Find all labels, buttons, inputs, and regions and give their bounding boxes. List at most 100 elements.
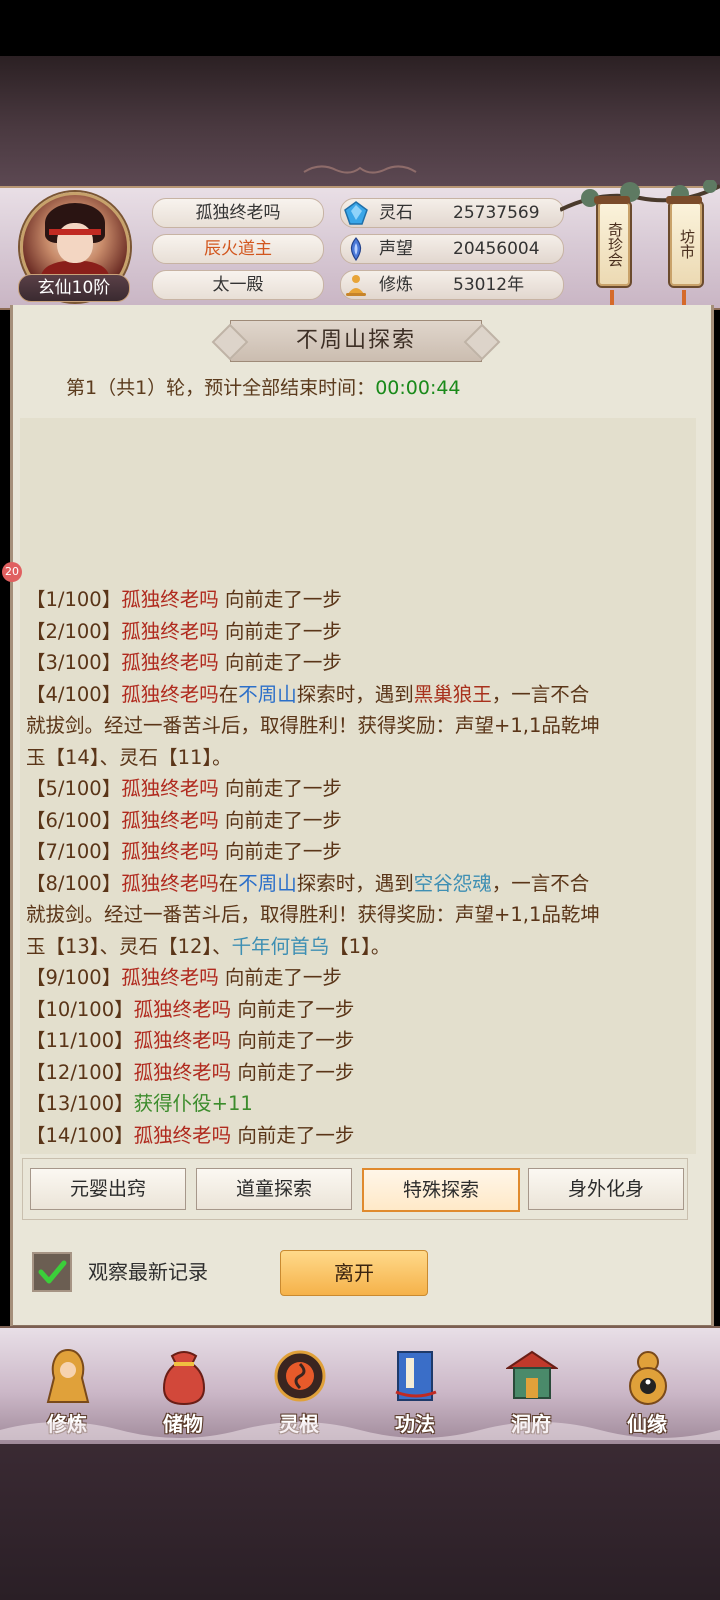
rank-badge: 玄仙10阶 [18, 274, 130, 302]
log-place: 不周山 [238, 871, 297, 895]
player-name: 孤独终老吗 [152, 198, 324, 228]
log-entry: 【1/100】孤独终老吗 向前走了一步 [26, 584, 696, 616]
log-text: 【5/100】 [26, 777, 122, 800]
stat-value: 25737569 [453, 203, 540, 223]
watch-latest-label: 观察最新记录 [88, 1260, 208, 1284]
log-text: 【13/100】 [26, 1092, 134, 1115]
log-text: 【9/100】 [26, 966, 122, 989]
checkmark-icon [38, 1260, 67, 1284]
log-text: 向前走了一步 [218, 840, 342, 863]
round-status: 第1（共1）轮，预计全部结束时间：00:00:44 [66, 375, 461, 401]
log-text: 【6/100】 [26, 808, 122, 832]
log-text: 向前走了一步 [218, 588, 342, 611]
log-player-name: 孤独终老吗 [121, 682, 219, 706]
log-text: 【1/100】 [26, 588, 122, 611]
log-player-name: 孤独终老吗 [121, 966, 219, 989]
cloud-decoration [0, 1422, 720, 1440]
log-gain: 获得仆役+11 [133, 1092, 253, 1115]
log-player-name: 孤独终老吗 [121, 588, 219, 611]
stat-name: 灵石 [379, 203, 413, 223]
log-text: 向前走了一步 [218, 808, 342, 832]
log-entry: 【14/100】孤独终老吗 向前走了一步 [26, 1120, 696, 1152]
technique-book-icon [395, 1351, 437, 1401]
log-text: 【7/100】 [26, 840, 122, 863]
log-place: 不周山 [238, 682, 297, 706]
log-entry: 【3/100】孤独终老吗 向前走了一步 [26, 647, 696, 679]
log-text: 在 [218, 682, 239, 706]
log-text: 向前走了一步 [218, 619, 342, 643]
log-text: 【8/100】 [26, 871, 122, 895]
stat-cultivation: 修炼 53012年 [340, 270, 564, 300]
cave-abode-icon [506, 1350, 558, 1399]
log-text: 【3/100】 [26, 651, 122, 674]
round-text: 第1（共1）轮，预计全部结束时间： [66, 377, 376, 399]
log-entry: 【9/100】孤独终老吗 向前走了一步 [26, 962, 696, 994]
log-text: 向前走了一步 [218, 777, 342, 800]
log-entry: 【8/100】孤独终老吗在不周山探索时，遇到空谷怨魂，一言不合 [26, 868, 696, 900]
log-entry: 【13/100】获得仆役+11 [26, 1088, 696, 1120]
stat-name: 修炼 [379, 275, 413, 295]
log-entry: 【12/100】孤独终老吗 向前走了一步 [26, 1057, 696, 1089]
log-text: 向前走了一步 [218, 651, 342, 674]
log-text: ，一言不合 [491, 871, 590, 895]
tab-special-explore[interactable]: 特殊探索 [362, 1168, 520, 1212]
log-text: 向前走了一步 [218, 966, 342, 989]
log-text: 【14/100】 [26, 1123, 134, 1147]
log-text: 探索时，遇到 [296, 871, 414, 895]
log-entry: 玉【14】、灵石【11】。 [26, 742, 696, 774]
player-title[interactable]: 辰火道主 [152, 234, 324, 264]
log-text: 【2/100】 [26, 619, 122, 643]
log-player-name: 孤独终老吗 [133, 1123, 232, 1147]
log-player-name: 孤独终老吗 [133, 997, 232, 1021]
log-entry: 【5/100】孤独终老吗 向前走了一步 [26, 773, 696, 805]
log-player-name: 孤独终老吗 [121, 840, 219, 863]
leave-button[interactable]: 离开 [280, 1250, 428, 1296]
tab-avatar-clone[interactable]: 身外化身 [528, 1168, 684, 1210]
notification-badge[interactable]: 20 [2, 562, 22, 582]
log-text: 【1】。 [329, 934, 391, 958]
log-enemy: 黑巢狼王 [413, 682, 492, 706]
log-text: ，一言不合 [491, 682, 590, 706]
prestige-icon [350, 237, 362, 262]
tab-nascent-soul[interactable]: 元婴出窍 [30, 1168, 186, 1210]
log-highlight: 空谷怨魂 [413, 871, 492, 895]
cloud-ornament-icon [303, 165, 417, 174]
log-entry: 【11/100】孤独终老吗 向前走了一步 [26, 1025, 696, 1057]
log-player-name: 孤独终老吗 [121, 871, 219, 895]
log-player-name: 孤独终老吗 [121, 808, 219, 832]
log-entry: 【4/100】孤独终老吗在不周山探索时，遇到黑巢狼王，一言不合 [26, 679, 696, 711]
immortal-fate-gourd-icon [629, 1351, 667, 1405]
log-text: 在 [218, 871, 239, 895]
log-text: 向前走了一步 [231, 1060, 355, 1084]
log-highlight: 千年何首乌 [231, 934, 330, 958]
spirit-stone-icon [344, 201, 368, 225]
log-text: 向前走了一步 [231, 1123, 355, 1147]
log-text: 就拔剑。经过一番苦斗后，取得胜利！获得奖励：声望+1,1品乾坤 [26, 714, 600, 737]
market-lantern[interactable]: 坊市 [666, 196, 704, 288]
log-text: 向前走了一步 [231, 1029, 355, 1052]
stat-spirit-stone: 灵石 25737569 [340, 198, 564, 228]
storage-bag-icon [162, 1351, 206, 1406]
log-text: 【11/100】 [26, 1029, 134, 1052]
meditation-icon [346, 275, 366, 296]
stat-value: 53012年 [453, 275, 525, 295]
log-text: 玉【14】、灵石【11】。 [26, 745, 232, 769]
log-text: 探索时，遇到 [296, 682, 414, 706]
tab-daotong-explore[interactable]: 道童探索 [196, 1168, 352, 1210]
log-player-name: 孤独终老吗 [133, 1060, 232, 1084]
log-entry: 玉【13】、灵石【12】、千年何首乌【1】。 [26, 931, 696, 963]
log-text: 【4/100】 [26, 682, 122, 706]
log-entry: 【10/100】孤独终老吗 向前走了一步 [26, 994, 696, 1026]
log-player-name: 孤独终老吗 [121, 777, 219, 800]
bottom-backdrop [0, 1444, 720, 1600]
treasure-fair-lantern[interactable]: 奇珍会 [594, 196, 632, 288]
player-palace[interactable]: 太一殿 [152, 270, 324, 300]
log-entry: 就拔剑。经过一番苦斗后，取得胜利！获得奖励：声望+1,1品乾坤 [26, 710, 696, 742]
page-title: 不周山探索 [230, 320, 482, 362]
log-player-name: 孤独终老吗 [121, 619, 219, 643]
log-entry: 【7/100】孤独终老吗 向前走了一步 [26, 836, 696, 868]
log-player-name: 孤独终老吗 [133, 1029, 232, 1052]
exploration-log[interactable]: 【1/100】孤独终老吗 向前走了一步 【2/100】孤独终老吗 向前走了一步 【3… [26, 584, 696, 1151]
watch-latest-checkbox[interactable] [32, 1252, 72, 1292]
log-entry: 【2/100】孤独终老吗 向前走了一步 [26, 616, 696, 648]
